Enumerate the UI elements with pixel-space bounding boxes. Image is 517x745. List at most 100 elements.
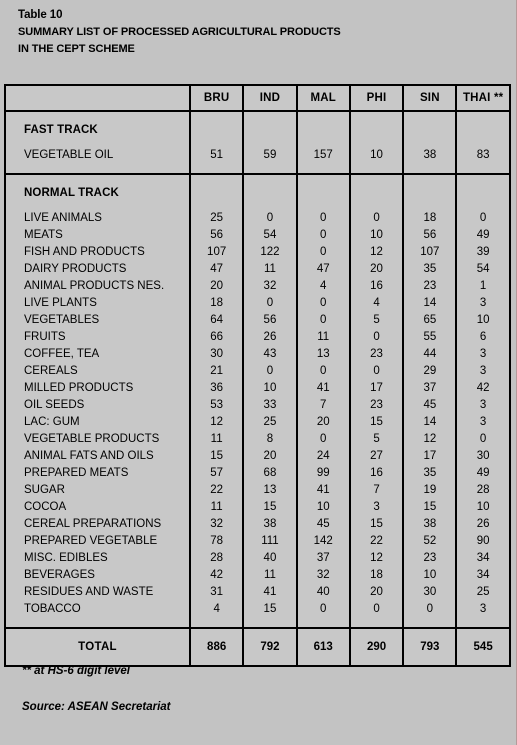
cell-value: 35 xyxy=(423,467,437,479)
cell-value: 78 xyxy=(210,535,224,547)
section-title-spacer xyxy=(351,175,402,210)
cell-value: 43 xyxy=(263,348,277,360)
cell-value: 13 xyxy=(263,484,277,496)
table-body: FAST TRACK VEGETABLE OIL 51 59 157 10 38… xyxy=(4,110,511,667)
fast-track-values-sin: 38 xyxy=(404,112,455,173)
section-bottom-spacer xyxy=(191,164,242,173)
cell-value: 5 xyxy=(373,433,380,445)
cell-value: 11 xyxy=(317,331,330,343)
cell-value: 22 xyxy=(210,484,224,496)
cell-value: 64 xyxy=(210,314,224,326)
fast-track-values-mal: 157 xyxy=(298,112,349,173)
cell-value: 0 xyxy=(373,365,380,377)
cell-value: 15 xyxy=(423,501,437,513)
header-corner-cell xyxy=(4,84,191,112)
cell-value: 122 xyxy=(260,246,280,258)
section-values-cell-fast-track-mal: 157 xyxy=(295,110,351,175)
cell-value: 52 xyxy=(423,535,437,547)
cell-value: 30 xyxy=(423,586,437,598)
cell-value: 107 xyxy=(420,246,440,258)
row-label: OIL SEEDS xyxy=(24,399,85,411)
cell-value: 34 xyxy=(476,552,490,564)
cell-value: 49 xyxy=(476,229,490,241)
cell-value: 11 xyxy=(210,501,223,513)
header-row: BRU IND MAL PHI SIN THAI ** xyxy=(4,84,511,112)
total-value-ind: 792 xyxy=(242,627,298,667)
normal-track-values-phi: 0 10 12 20 16 4 5 0 23 0 17 23 15 5 27 16 7 3 15 22 12 18 20 0 xyxy=(351,175,402,627)
section-bottom-spacer xyxy=(351,618,402,627)
section-bottom-spacer xyxy=(404,164,455,173)
cell-value: 39 xyxy=(476,246,490,258)
section-title-spacer xyxy=(457,175,508,210)
cell-value: 32 xyxy=(316,569,330,581)
cell-value: 22 xyxy=(370,535,383,547)
cell-value: 40 xyxy=(263,552,277,564)
section-values-cell-fast-track-phi: 10 xyxy=(348,110,405,175)
table-number-label: Table 10 xyxy=(18,9,63,21)
cell-value: 12 xyxy=(370,552,383,564)
section-bottom-spacer xyxy=(244,618,295,627)
cell-value: 24 xyxy=(316,450,330,462)
row-label: MISC. EDIBLES xyxy=(24,552,108,564)
cell-value: 107 xyxy=(207,246,227,258)
row-label: VEGETABLE PRODUCTS xyxy=(24,433,160,445)
cell-value: 7 xyxy=(320,399,327,411)
section-row-fast-track: FAST TRACK VEGETABLE OIL 51 59 157 10 38… xyxy=(4,110,511,175)
cell-value: 8 xyxy=(266,433,274,445)
cell-value: 20 xyxy=(263,450,277,462)
section-values-cell-fast-track-ind: 59 xyxy=(242,110,298,175)
cell-value: 34 xyxy=(476,569,490,581)
row-label: COCOA xyxy=(24,501,67,513)
column-header-thai: THAI ** xyxy=(455,84,511,112)
cell-value: 3 xyxy=(479,399,487,411)
cell-value: 12 xyxy=(423,433,437,445)
cell-value: 54 xyxy=(263,229,277,241)
cell-value: 3 xyxy=(479,348,487,360)
section-values-cell-normal-track-thai: 0 49 39 54 1 3 10 6 3 3 42 3 3 0 30 49 28 10 26 90 34 34 25 3 xyxy=(455,173,511,629)
normal-track-label-stack: NORMAL TRACK LIVE ANIMALS MEATS FISH AND PR… xyxy=(6,175,189,627)
section-row-normal-track: NORMAL TRACK LIVE ANIMALS MEATS FISH AND PR… xyxy=(4,173,511,629)
cell-value: 10 xyxy=(263,382,277,394)
section-values-cell-normal-track-phi: 0 10 12 20 16 4 5 0 23 0 17 23 15 5 27 16 7 3 15 22 12 18 20 0 xyxy=(348,173,405,629)
cell-value: 20 xyxy=(370,263,383,275)
row-label: TOBACCO xyxy=(24,603,81,615)
cell-value: 16 xyxy=(370,280,383,292)
cell-value: 11 xyxy=(263,263,276,275)
cell-value: 42 xyxy=(476,382,490,394)
cell-value: 36 xyxy=(210,382,224,394)
section-bottom-spacer xyxy=(457,618,508,627)
section-title-spacer xyxy=(404,175,455,210)
row-label: LIVE PLANTS xyxy=(24,297,97,309)
row-label: SUGAR xyxy=(24,484,65,496)
cell-value: 0 xyxy=(320,229,327,241)
cell-value: 29 xyxy=(423,365,437,377)
section-values-cell-normal-track-sin: 18 56 107 35 23 14 65 55 44 29 37 45 14 12 17 35 19 15 38 5… xyxy=(402,173,458,629)
row-label: PREPARED MEATS xyxy=(24,467,129,479)
total-value-sin: 793 xyxy=(402,627,458,667)
cell-value: 19 xyxy=(423,484,437,496)
cell-value: 0 xyxy=(266,297,274,309)
cell-value: 0 xyxy=(479,212,487,224)
cell-value: 0 xyxy=(373,603,380,615)
section-bottom-spacer xyxy=(298,618,349,627)
cell-value: 37 xyxy=(316,552,330,564)
normal-track-values-bru: 25 56 107 47 20 18 64 66 30 21 36 53 12 11 15 57 22 11 32 7… xyxy=(191,175,242,627)
cell-value: 41 xyxy=(263,586,277,598)
row-label: CEREAL PREPARATIONS xyxy=(24,518,162,530)
cell-value: 18 xyxy=(370,569,383,581)
cell-value: 0 xyxy=(320,246,327,258)
cell-value: 23 xyxy=(370,399,383,411)
cell-value: 49 xyxy=(476,467,490,479)
cell-value: 157 xyxy=(313,149,333,161)
row-label: LIVE ANIMALS xyxy=(24,212,102,224)
table-title-line-2: IN THE CEPT SCHEME xyxy=(18,43,135,55)
column-header-phi: PHI xyxy=(348,84,405,112)
normal-track-values-mal: 0 0 0 47 4 0 0 11 13 0 41 7 20 0 24 99 41 10 45 142 37 32 40 0 xyxy=(298,175,349,627)
cell-value: 20 xyxy=(370,586,383,598)
cell-value: 66 xyxy=(210,331,224,343)
column-header-ind: IND xyxy=(242,84,298,112)
cell-value: 56 xyxy=(423,229,437,241)
section-label-cell-fast-track: FAST TRACK VEGETABLE OIL xyxy=(4,110,191,175)
cell-value: 17 xyxy=(370,382,383,394)
cell-value: 45 xyxy=(423,399,437,411)
